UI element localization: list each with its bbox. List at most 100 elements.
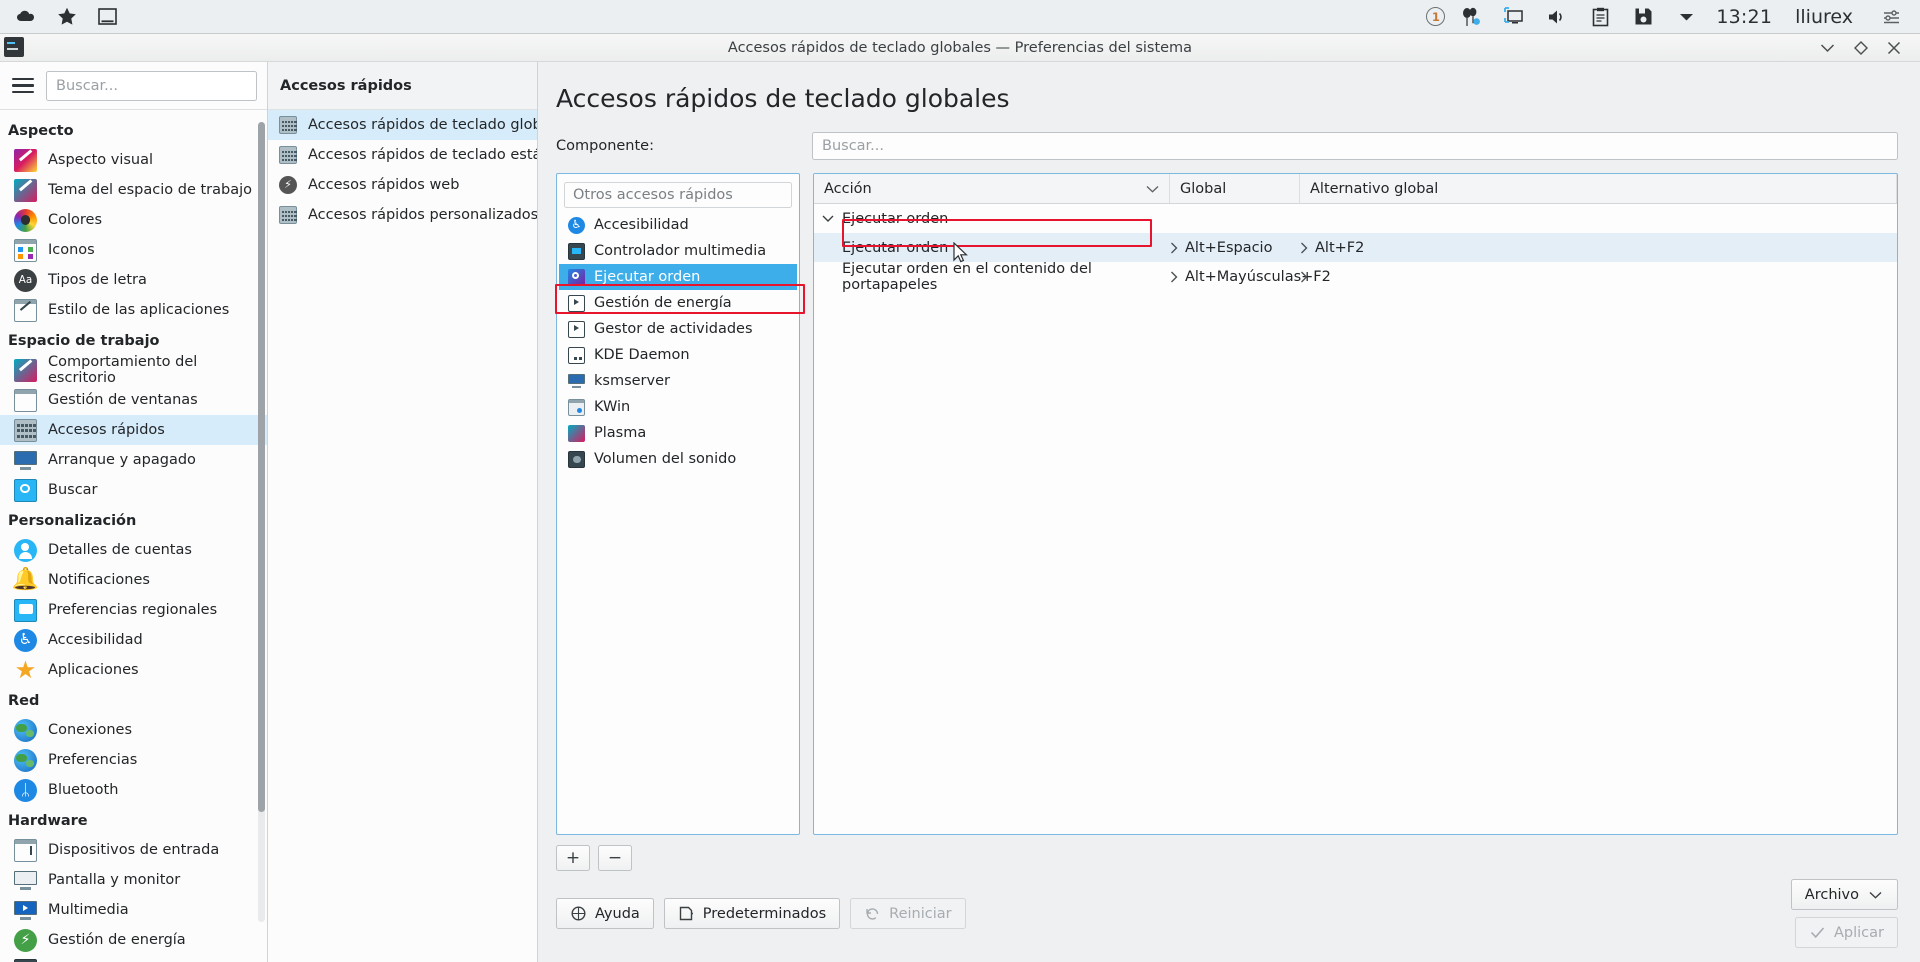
sidebar-item-aplicaciones[interactable]: ★Aplicaciones	[0, 655, 267, 685]
sidebar-item-preferencias[interactable]: Preferencias	[0, 745, 267, 775]
sidebar-item-gesti-n-de-energ-a[interactable]: ⚡Gestión de energía	[0, 925, 267, 955]
sidebar-toolbar	[0, 62, 267, 110]
add-shortcut-button[interactable]: +	[556, 845, 590, 871]
sidebar-item-notificaciones[interactable]: 🔔Notificaciones	[0, 565, 267, 595]
table-cell-alt-global[interactable]	[1300, 271, 1897, 283]
component-item-9[interactable]: Volumen del sonido	[559, 446, 797, 472]
table-cell-alt-global[interactable]: Alt+F2	[1300, 240, 1897, 256]
maximize-diamond-icon[interactable]	[1852, 39, 1869, 56]
component-item-1[interactable]: Controlador multimedia	[559, 238, 797, 264]
sidebar-item-pantalla-y-monitor[interactable]: Pantalla y monitor	[0, 865, 267, 895]
close-x-icon[interactable]	[1885, 39, 1902, 56]
submodule-item-0[interactable]: Accesos rápidos de teclado globales	[268, 110, 537, 140]
archive-icon[interactable]	[1626, 2, 1660, 32]
window-titlebar[interactable]: Accesos rápidos de teclado globales — Pr…	[0, 34, 1920, 62]
star-icon[interactable]	[50, 2, 84, 32]
sidebar-item-arranque-y-apagado[interactable]: Arranque y apagado	[0, 445, 267, 475]
keyboard-icon	[279, 116, 297, 134]
chevron-right-icon[interactable]	[1170, 271, 1178, 283]
submodule-item-2[interactable]: ⚡Accesos rápidos web	[268, 170, 537, 200]
component-item-7[interactable]: KWin	[559, 394, 797, 420]
sliders-icon[interactable]	[1874, 2, 1908, 32]
sidebar-search-input[interactable]	[46, 71, 257, 101]
sidebar-scrollbar[interactable]	[258, 122, 265, 922]
sidebar-item-buscar[interactable]: Buscar	[0, 475, 267, 505]
component-filter-label[interactable]: Otros accesos rápidos	[564, 182, 792, 208]
ksmserver-icon	[568, 373, 585, 390]
minimize-chevron-icon[interactable]	[1819, 39, 1836, 56]
shortcuts-table[interactable]: Acción Global Alternativo global	[813, 173, 1898, 835]
sidebar-item-tipos-de-letra[interactable]: AaTipos de letra	[0, 265, 267, 295]
component-item-0[interactable]: ♿Accesibilidad	[559, 212, 797, 238]
sidebar-scrollbar-thumb[interactable]	[258, 122, 265, 812]
component-item-4[interactable]: Gestor de actividades	[559, 316, 797, 342]
component-item-6[interactable]: ksmserver	[559, 368, 797, 394]
defaults-button[interactable]: Predeterminados	[664, 898, 840, 929]
chevron-down-icon[interactable]	[1669, 2, 1703, 32]
help-button[interactable]: Ayuda	[556, 898, 654, 929]
clipboard-icon[interactable]	[1583, 2, 1617, 32]
sidebar-item-detalles-de-cuentas[interactable]: Detalles de cuentas	[0, 535, 267, 565]
column-header-alt-global[interactable]: Alternativo global	[1300, 174, 1897, 203]
sidebar-item-conexiones[interactable]: Conexiones	[0, 715, 267, 745]
table-cell-global[interactable]: Alt+Espacio	[1170, 240, 1300, 256]
sidebar-item-multimedia[interactable]: Multimedia	[0, 895, 267, 925]
chevron-right-icon[interactable]	[1300, 242, 1308, 254]
volume-icon[interactable]	[1540, 2, 1574, 32]
sidebar-item-colores[interactable]: Colores	[0, 205, 267, 235]
column-header-global[interactable]: Global	[1170, 174, 1300, 203]
balloons-icon[interactable]	[1454, 2, 1488, 32]
sidebar-item-comportamiento-del-escritorio[interactable]: Comportamiento del escritorio	[0, 355, 267, 385]
hamburger-icon[interactable]	[10, 73, 36, 99]
help-button-label: Ayuda	[595, 906, 640, 922]
sidebar-item-preferencias-regionales[interactable]: Preferencias regionales	[0, 595, 267, 625]
user-label[interactable]: lliurex	[1785, 6, 1865, 28]
sidebar-item-almacenamiento-extra-ble[interactable]: Almacenamiento extraíble	[0, 955, 267, 962]
system-settings-window: Accesos rápidos de teclado globales — Pr…	[0, 34, 1920, 962]
display-icon[interactable]	[1497, 2, 1531, 32]
component-list[interactable]: Otros accesos rápidos ♿AccesibilidadCont…	[556, 173, 800, 835]
cloud-icon[interactable]	[10, 2, 44, 32]
chevron-right-icon[interactable]	[1170, 242, 1178, 254]
sidebar-item-gesti-n-de-ventanas[interactable]: Gestión de ventanas	[0, 385, 267, 415]
file-dropdown-button[interactable]: Archivo	[1791, 879, 1898, 910]
component-item-5[interactable]: KDE Daemon	[559, 342, 797, 368]
sidebar-item-accesos-r-pidos[interactable]: Accesos rápidos	[0, 415, 267, 445]
table-body[interactable]: Ejecutar ordenAlt+EspacioAlt+F2Ejecutar …	[814, 233, 1897, 291]
component-item-2[interactable]: Ejecutar orden	[559, 264, 797, 290]
submodule-list[interactable]: Accesos rápidos de teclado globalesAcces…	[268, 110, 537, 230]
component-items[interactable]: ♿AccesibilidadControlador multimediaEjec…	[557, 212, 799, 472]
clock[interactable]: 13:21	[1712, 6, 1776, 28]
notification-badge[interactable]: 1	[1426, 7, 1445, 26]
sidebar-module-list[interactable]: AspectoAspecto visualTema del espacio de…	[0, 110, 267, 962]
column-header-action[interactable]: Acción	[814, 174, 1170, 203]
expand-collapse-icon[interactable]	[814, 214, 842, 224]
table-cell-global[interactable]: Alt+Mayúsculas+F2	[1170, 269, 1300, 285]
submodule-item-1[interactable]: Accesos rápidos de teclado estánd...	[268, 140, 537, 170]
reset-button[interactable]: Reiniciar	[850, 898, 965, 929]
window-icon[interactable]	[90, 2, 124, 32]
table-row[interactable]: Ejecutar orden en el contenido del porta…	[814, 262, 1897, 291]
sidebar-item-aspecto-visual[interactable]: Aspecto visual	[0, 145, 267, 175]
submodule-item-3[interactable]: Accesos rápidos personalizados	[268, 200, 537, 230]
remove-shortcut-button[interactable]: −	[598, 845, 632, 871]
component-item-8[interactable]: Plasma	[559, 420, 797, 446]
component-item-label: Volumen del sonido	[594, 451, 736, 467]
sidebar-item-accesibilidad[interactable]: ♿Accesibilidad	[0, 625, 267, 655]
sidebar-item-estilo-de-las-aplicaciones[interactable]: Estilo de las aplicaciones	[0, 295, 267, 325]
sidebar-item-iconos[interactable]: Iconos	[0, 235, 267, 265]
apply-button[interactable]: Aplicar	[1795, 917, 1898, 948]
sidebar-item-tema-del-espacio-de-trabajo[interactable]: Tema del espacio de trabajo	[0, 175, 267, 205]
sidebar-item-bluetooth[interactable]: ᛦBluetooth	[0, 775, 267, 805]
column-header-global-label: Global	[1180, 181, 1226, 197]
component-item-3[interactable]: Gestión de energía	[559, 290, 797, 316]
table-group-row[interactable]: Ejecutar orden	[814, 204, 1897, 233]
sidebar-item-label: Gestión de ventanas	[48, 392, 198, 408]
sidebar-item-dispositivos-de-entrada[interactable]: Dispositivos de entrada	[0, 835, 267, 865]
table-row[interactable]: Ejecutar ordenAlt+EspacioAlt+F2	[814, 233, 1897, 262]
table-cell-action: Ejecutar orden	[814, 240, 1170, 256]
shortcut-search-input[interactable]	[812, 132, 1898, 160]
table-cell-action-label: Ejecutar orden en el contenido del porta…	[842, 261, 1170, 293]
chevron-right-icon[interactable]	[1300, 271, 1308, 283]
chevron-down-icon[interactable]	[1146, 185, 1159, 193]
